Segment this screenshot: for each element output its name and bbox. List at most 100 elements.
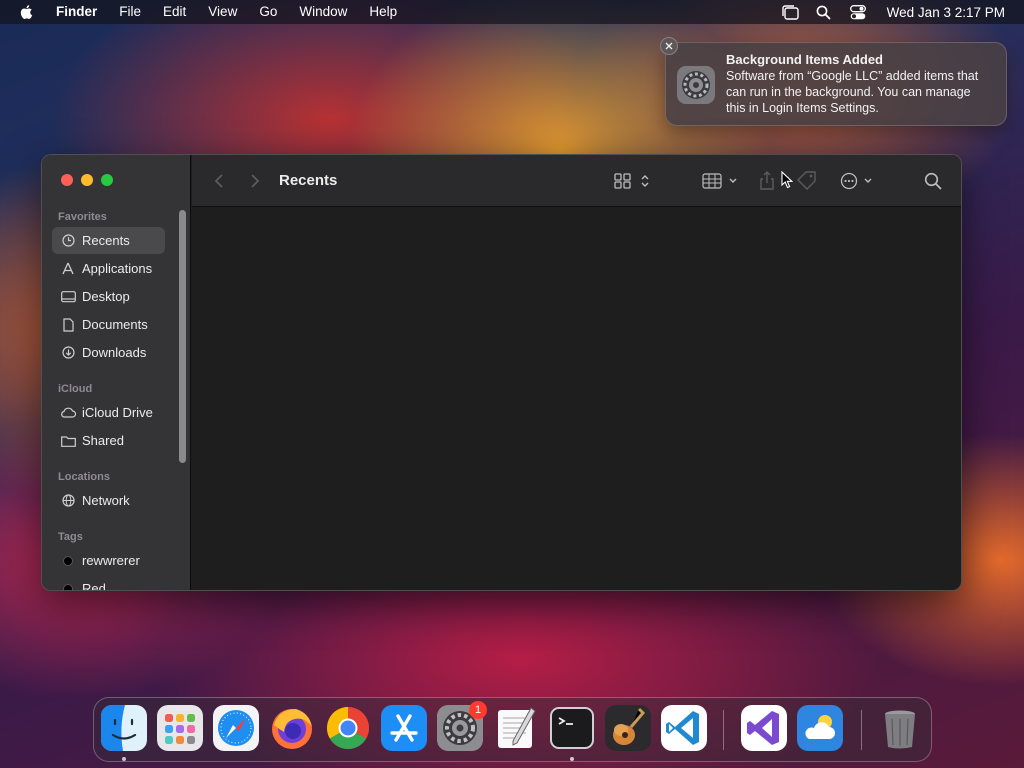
dock-chrome[interactable] (325, 705, 371, 751)
sidebar-item-label: Recents (82, 233, 130, 248)
dock-finder[interactable] (101, 705, 147, 751)
menu-view[interactable]: View (197, 0, 248, 24)
sidebar-item-label: iCloud Drive (82, 405, 153, 420)
dock-trash[interactable] (877, 705, 923, 751)
sidebar-item-network[interactable]: Network (52, 487, 165, 514)
finder-sidebar: Favorites Recents Applications Desktop D… (42, 155, 191, 590)
notification-body: Software from “Google LLC” added items t… (726, 69, 979, 115)
sidebar-item-recents[interactable]: Recents (52, 227, 165, 254)
minimize-window-button[interactable] (81, 174, 93, 186)
control-center-icon[interactable] (847, 3, 869, 21)
stage-manager-icon[interactable] (779, 3, 801, 21)
chevron-left-icon (214, 174, 223, 188)
document-icon (60, 317, 76, 333)
visual-studio-icon (741, 705, 787, 751)
finder-running-indicator (122, 757, 126, 761)
sidebar-section-icloud: iCloud (58, 383, 93, 395)
window-controls (61, 174, 113, 186)
ellipsis-circle-icon (840, 172, 872, 190)
vscode-icon (661, 705, 707, 751)
menu-clock[interactable]: Wed Jan 3 2:17 PM (875, 5, 1024, 20)
group-by-button[interactable] (702, 169, 740, 193)
dock-garageband[interactable] (605, 705, 651, 751)
weather-icon (797, 705, 843, 751)
terminal-running-indicator (570, 757, 574, 761)
menu-go[interactable]: Go (248, 0, 288, 24)
tag-dot-icon (63, 555, 73, 566)
launchpad-icon (157, 705, 203, 751)
dock-firefox[interactable] (269, 705, 315, 751)
safari-icon (213, 705, 259, 751)
finder-icon (101, 705, 147, 751)
globe-icon (60, 493, 76, 509)
dock: 1 (93, 697, 932, 762)
sidebar-item-desktop[interactable]: Desktop (52, 283, 165, 310)
back-button[interactable] (214, 169, 224, 193)
sidebar-item-label: Shared (82, 433, 124, 448)
chevron-right-icon (251, 174, 260, 188)
menu-bar: Finder File Edit View Go Window Help Wed… (0, 0, 1024, 24)
sidebar-item-applications[interactable]: Applications (52, 255, 165, 282)
tag-dot-icon (63, 583, 73, 590)
menu-finder[interactable]: Finder (45, 0, 108, 24)
shared-folder-icon (60, 433, 76, 449)
icon-view-icon (614, 173, 649, 189)
dock-app-store[interactable] (381, 705, 427, 751)
search-icon (924, 172, 942, 190)
firefox-icon (272, 709, 312, 749)
sidebar-tag-red[interactable]: Red (52, 575, 165, 591)
menu-window[interactable]: Window (288, 0, 358, 24)
dock-weather[interactable] (797, 705, 843, 751)
forward-button[interactable] (250, 169, 260, 193)
finder-toolbar: Recents (192, 155, 961, 207)
dock-visual-studio[interactable] (741, 705, 787, 751)
menu-edit[interactable]: Edit (152, 0, 197, 24)
close-window-button[interactable] (61, 174, 73, 186)
dock-launchpad[interactable] (157, 705, 203, 751)
garageband-icon (605, 705, 651, 751)
window-title: Recents (279, 172, 338, 189)
menu-file[interactable]: File (108, 0, 152, 24)
desktop-icon (60, 289, 76, 305)
trash-icon (885, 710, 915, 749)
sidebar-item-shared[interactable]: Shared (52, 427, 165, 454)
menu-help[interactable]: Help (358, 0, 408, 24)
maximize-window-button[interactable] (101, 174, 113, 186)
applications-icon (60, 261, 76, 277)
background-items-notification[interactable]: Background Items Added Software from “Go… (660, 37, 1007, 126)
terminal-icon (550, 707, 594, 749)
sidebar-tag-rewwrerer[interactable]: rewwrerer (52, 547, 165, 574)
sidebar-item-label: rewwrerer (82, 553, 140, 568)
sidebar-item-label: Applications (82, 261, 153, 276)
action-menu-button[interactable] (840, 169, 876, 193)
apple-menu-icon[interactable] (19, 4, 35, 20)
sidebar-item-documents[interactable]: Documents (52, 311, 165, 338)
sidebar-scrollbar[interactable] (179, 210, 186, 463)
dock-textedit[interactable] (493, 705, 539, 751)
tag-button[interactable] (796, 169, 818, 193)
finder-content-area[interactable] (192, 208, 961, 590)
sidebar-item-icloud-drive[interactable]: iCloud Drive (52, 399, 165, 426)
system-settings-notification-badge: 1 (469, 701, 487, 719)
search-button[interactable] (924, 169, 942, 193)
sidebar-item-label: Red (82, 581, 106, 591)
download-icon (60, 345, 76, 361)
spotlight-search-icon[interactable] (813, 3, 835, 21)
dock-vscode[interactable] (661, 705, 707, 751)
grid-group-icon (702, 173, 737, 189)
view-mode-button[interactable] (614, 169, 654, 193)
textedit-icon (498, 707, 536, 748)
sidebar-section-tags: Tags (58, 531, 83, 543)
notification-close-button[interactable] (660, 37, 678, 55)
notification-title: Background Items Added (726, 52, 883, 67)
finder-window: Favorites Recents Applications Desktop D… (41, 154, 962, 591)
sidebar-item-downloads[interactable]: Downloads (52, 339, 165, 366)
dock-terminal[interactable] (549, 705, 595, 751)
share-button[interactable] (758, 169, 776, 193)
cloud-icon (60, 405, 76, 421)
dock-safari[interactable] (213, 705, 259, 751)
clock-icon (60, 233, 76, 249)
sidebar-item-label: Desktop (82, 289, 130, 304)
tag-icon (797, 171, 816, 190)
sidebar-item-label: Network (82, 493, 130, 508)
